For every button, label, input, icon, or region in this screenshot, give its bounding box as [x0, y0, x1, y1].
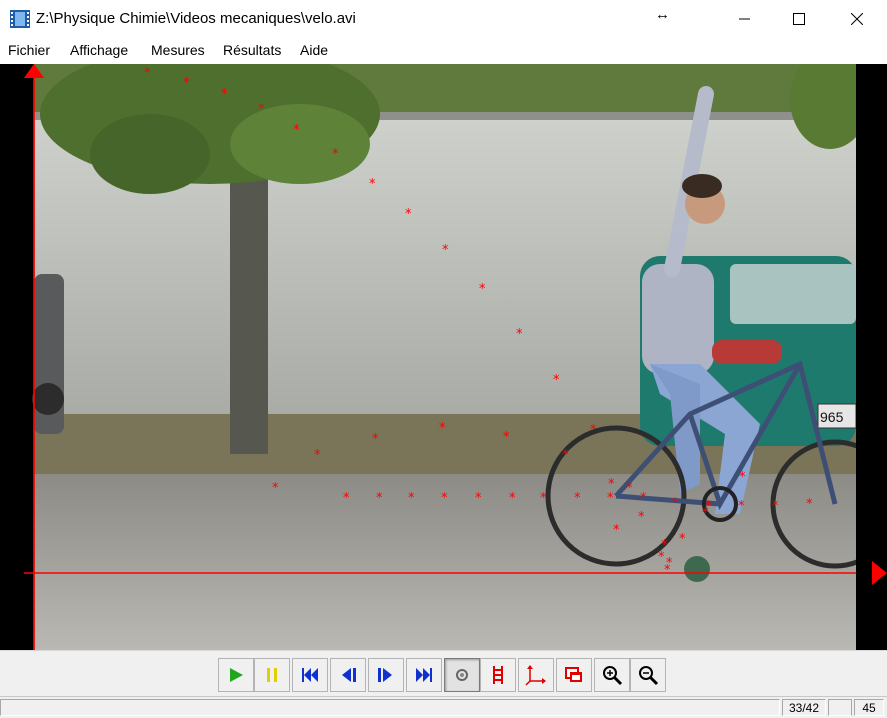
trajectory-marker: * [806, 497, 813, 512]
trajectory-marker: * [679, 532, 686, 547]
trajectory-marker: * [640, 491, 647, 506]
status-spacer [828, 699, 852, 716]
trajectory-marker: * [376, 491, 383, 506]
title-bar[interactable]: Z:\Physique Chimie\Videos mecaniques\vel… [0, 0, 887, 38]
trajectory-marker: * [442, 243, 449, 258]
trajectory-marker: * [553, 373, 560, 388]
next-frame-button[interactable] [368, 658, 404, 692]
trajectory-marker: * [405, 207, 412, 222]
skip-last-icon [416, 668, 432, 682]
video-frame[interactable]: 965 * * * * * * * * * * * * * * * * * * * * * * * * * * * * * * * * * * * *… [0, 64, 887, 650]
video-scene[interactable]: 965 * * * * * * * * * * * * * * * * * * * * * * * * * * * * * * * * * * * *… [0, 64, 887, 650]
last-frame-button[interactable] [406, 658, 442, 692]
menu-affichage[interactable]: Affichage [70, 42, 128, 58]
trajectory-marker: * [607, 491, 614, 506]
trajectory-marker: * [739, 470, 746, 485]
resize-horizontal-icon: ↔ [655, 6, 670, 23]
pause-icon [267, 668, 277, 682]
trajectory-marker: * [314, 448, 321, 463]
player-toolbar [0, 650, 887, 697]
zoom-out-button[interactable] [630, 658, 666, 692]
axes-icon [525, 665, 546, 686]
trajectory-marker: * [221, 87, 228, 102]
previous-frame-button[interactable] [330, 658, 366, 692]
status-bar: 33/42 45 [0, 696, 887, 718]
tree-trunk [230, 154, 268, 454]
maximize-icon [793, 13, 805, 25]
trajectory-marker: * [516, 327, 523, 342]
trajectory-marker: * [475, 491, 482, 506]
trajectory-marker: * [590, 423, 597, 438]
close-icon [851, 13, 863, 25]
trajectory-marker: * [441, 491, 448, 506]
film-icon [10, 10, 30, 28]
trajectory-marker: * [613, 523, 620, 538]
zoom-in-button[interactable] [594, 658, 630, 692]
trajectory-marker: * [664, 563, 671, 578]
trajectory-marker: * [144, 66, 151, 81]
trajectory-marker: * [738, 499, 745, 514]
cyclist-torso [642, 264, 714, 374]
trajectory-marker: * [509, 491, 516, 506]
trajectory-marker: * [293, 123, 300, 138]
zoom-in-icon [603, 666, 623, 686]
maximize-button[interactable] [776, 0, 822, 38]
trajectory-marker: * [574, 491, 581, 506]
ball [684, 556, 710, 582]
scale-icon [493, 666, 503, 684]
minimize-icon [739, 18, 750, 20]
pause-button[interactable] [254, 658, 290, 692]
trajectory-marker: * [479, 282, 486, 297]
trajectory-marker: * [372, 432, 379, 447]
skip-first-icon [302, 668, 318, 682]
step-forward-icon [378, 668, 392, 682]
trajectory-marker: * [258, 102, 265, 117]
trajectory-marker: * [772, 499, 779, 514]
step-back-icon [342, 668, 356, 682]
window-icon [565, 667, 582, 682]
status-extra-value: 45 [854, 699, 884, 716]
trajectory-marker: * [540, 491, 547, 506]
trajectory-marker: * [562, 448, 569, 463]
menu-mesures[interactable]: Mesures [151, 42, 205, 58]
minimize-button[interactable] [722, 0, 768, 38]
trajectory-marker: * [183, 76, 190, 91]
menu-bar: Fichier Affichage Mesures Résultats Aide [0, 38, 887, 64]
first-frame-button[interactable] [292, 658, 328, 692]
frame-counter: 33/42 [782, 699, 826, 716]
play-icon [230, 668, 243, 682]
play-button[interactable] [218, 658, 254, 692]
trajectory-marker: * [439, 421, 446, 436]
license-plate-text: 965 [820, 409, 844, 425]
trajectory-marker: * [638, 510, 645, 525]
trajectory-marker: * [408, 491, 415, 506]
menu-aide[interactable]: Aide [300, 42, 328, 58]
trajectory-marker: * [503, 430, 510, 445]
axes-button[interactable] [518, 658, 554, 692]
menu-resultats[interactable]: Résultats [223, 42, 281, 58]
trajectory-marker: * [702, 506, 709, 521]
point-mode-button[interactable] [444, 658, 480, 692]
trajectory-marker: * [272, 481, 279, 496]
trajectory-marker: * [626, 481, 633, 496]
status-message [0, 699, 780, 716]
trajectory-marker: * [332, 147, 339, 162]
close-button[interactable] [834, 0, 880, 38]
point-icon [456, 669, 468, 681]
menu-fichier[interactable]: Fichier [8, 42, 50, 58]
trajectory-marker: * [343, 491, 350, 506]
trajectory-marker: * [369, 177, 376, 192]
trajectory-marker: * [672, 496, 679, 511]
trajectory-marker: * [608, 477, 615, 492]
window-button[interactable] [556, 658, 592, 692]
window-title: Z:\Physique Chimie\Videos mecaniques\vel… [36, 10, 356, 27]
scale-button[interactable] [480, 658, 516, 692]
zoom-out-icon [639, 666, 659, 686]
